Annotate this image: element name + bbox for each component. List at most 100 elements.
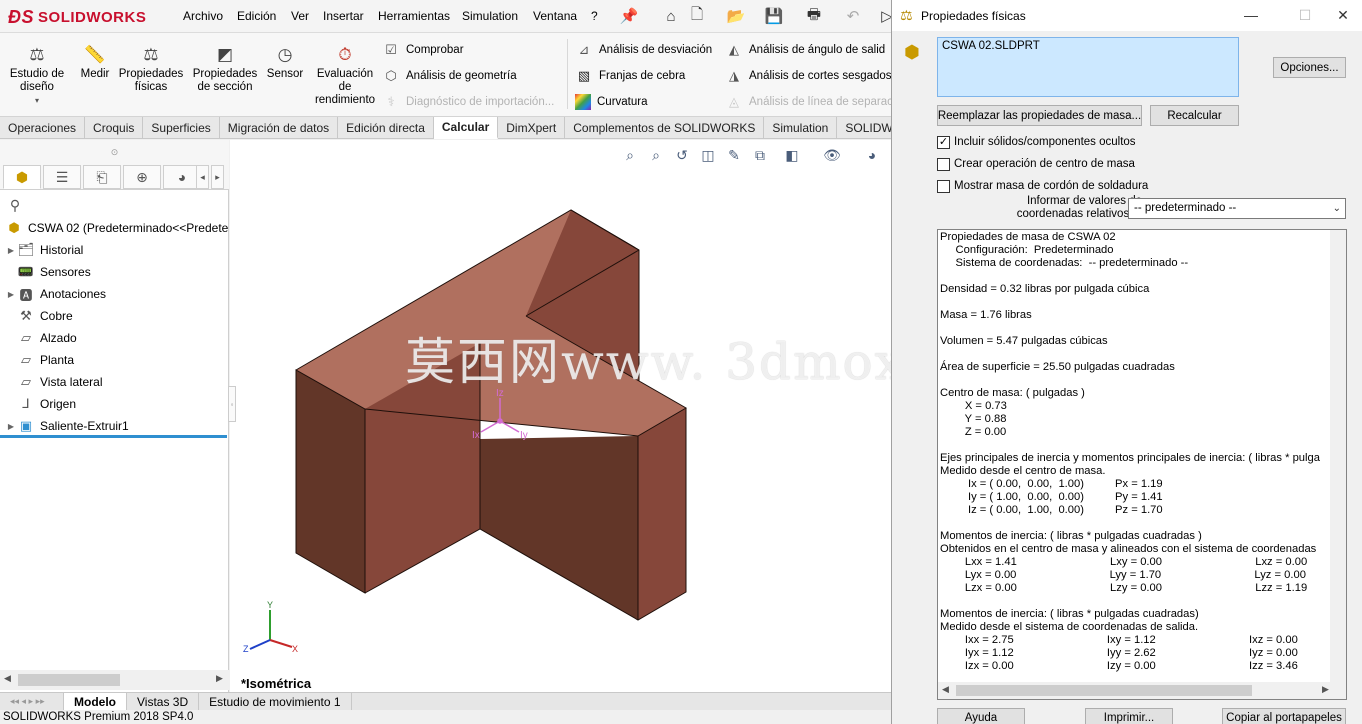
print-icon[interactable]: 🖶 [804,6,824,26]
analisis-angulo-button[interactable]: ◭ Análisis de ángulo de salid [725,39,885,61]
scroll-thumb[interactable] [956,685,1252,696]
tab-operaciones[interactable]: Operaciones [0,117,86,139]
medir-button[interactable]: 📏 Medir [76,37,114,81]
new-document-icon[interactable]: 🗋 [687,6,707,26]
tab-croquis[interactable]: Croquis [85,117,144,139]
tree-item-anotaciones[interactable]: ▶ 🅰 Anotaciones [6,283,106,305]
tab-modelo[interactable]: Modelo [64,692,127,711]
tree-item-alzado[interactable]: ▱ Alzado [6,327,77,349]
open-folder-icon[interactable]: 📂 [726,6,746,26]
analisis-geometria-button[interactable]: ⬡ Análisis de geometría [382,65,516,87]
expand-arrow-icon[interactable]: ▶ [6,246,16,255]
tree-item-material[interactable]: ⚒ Cobre [6,305,73,327]
propiedades-fisicas-button[interactable]: ⚖ Propiedades físicas [116,37,186,94]
scroll-thumb[interactable] [18,674,120,686]
menu-insertar[interactable]: Insertar [323,9,364,23]
configurationmanager-tab-icon[interactable]: ⎗ [83,165,121,189]
ayuda-button[interactable]: Ayuda [937,708,1025,724]
reemplazar-propiedades-button[interactable]: Reemplazar las propiedades de masa... [937,105,1142,126]
tab-superficies[interactable]: Superficies [143,117,220,139]
menu-herramientas[interactable]: Herramientas [378,9,450,23]
panel-collapse-handle[interactable]: ◦ [228,386,236,422]
tabs-left-arrow-icon[interactable]: ◂ [196,165,209,189]
scroll-left-icon[interactable]: ◀ [942,684,949,695]
propiedades-seccion-button[interactable]: ◩ Propiedades de sección [190,37,260,94]
filter-icon[interactable]: ⚲ [4,194,26,216]
estudio-de-diseno-button[interactable]: ⚖ Estudio de diseño ▾ [6,37,68,107]
dimxpertmanager-tab-icon[interactable]: ⊕ [123,165,161,189]
checkbox-empty-icon[interactable] [937,157,950,171]
tabs-right-arrow-icon[interactable]: ▸ [211,165,224,189]
results-vertical-scrollbar[interactable] [1330,230,1346,682]
selection-item[interactable]: CSWA 02.SLDPRT [942,40,1040,52]
copiar-portapapeles-button[interactable]: Copiar al portapapeles [1222,708,1346,724]
sensor-button[interactable]: ◷ Sensor [264,37,306,81]
tree-item-origen[interactable]: ⅃ Origen [6,393,76,415]
menu-ventana[interactable]: Ventana [533,9,577,23]
propertymanager-tab-icon[interactable]: ☰ [43,165,81,189]
tab-simulation[interactable]: Simulation [764,117,838,139]
tab-edicion-directa[interactable]: Edición directa [338,117,434,139]
opciones-button[interactable]: Opciones... [1273,57,1346,78]
scroll-right-icon[interactable]: ▶ [1322,684,1329,695]
tree-item-planta[interactable]: ▱ Planta [6,349,74,371]
menu-simulation[interactable]: Simulation [462,9,518,23]
tree-root-part[interactable]: ⬢ CSWA 02 (Predeterminado<<Predete [4,217,228,239]
save-icon[interactable]: 💾 [764,6,784,26]
tab-migracion-datos[interactable]: Migración de datos [220,117,339,139]
checkbox-empty-icon[interactable] [937,179,950,193]
part-left-face-b[interactable] [480,436,638,620]
panel-grip-icon[interactable]: ⊙ [0,140,229,164]
minimize-icon[interactable]: — [1236,5,1266,25]
pin-icon[interactable]: 📌 [619,6,639,26]
analisis-linea-button[interactable]: ◬ Análisis de línea de separac [725,91,893,113]
tree-item-historial[interactable]: ▶ 🗂 Historial [6,239,83,261]
evaluacion-rendimiento-button[interactable]: ⏱ Evaluación de rendimiento [310,37,380,107]
home-icon[interactable]: ⌂ [661,6,681,26]
franjas-cebra-button[interactable]: ▧ Franjas de cebra [575,65,685,87]
part-right-face-c[interactable] [638,408,686,620]
diagnostico-importacion-button[interactable]: ⚕ Diagnóstico de importación... [382,91,554,113]
dialog-title-bar[interactable]: ⚖ Propiedades físicas — ☐ ✕ [892,0,1362,31]
selection-list[interactable]: CSWA 02.SLDPRT [937,37,1239,97]
tab-estudio-movimiento[interactable]: Estudio de movimiento 1 [199,692,352,711]
tree-item-saliente-extruir1[interactable]: ▶ ▣ Saliente-Extruir1 [6,415,129,437]
rollback-bar[interactable] [0,435,227,438]
tree-horizontal-scrollbar[interactable]: ◀ ▶ [0,670,229,690]
expand-arrow-icon[interactable]: ▶ [6,422,16,431]
tree-item-sensores[interactable]: 📟 Sensores [6,261,91,283]
featuremanager-tab-icon[interactable]: ⬢ [3,165,41,189]
menu-help[interactable]: ? [591,9,598,23]
recalcular-button[interactable]: Recalcular [1150,105,1239,126]
tree-item-vista-lateral[interactable]: ▱ Vista lateral [6,371,102,393]
graphics-area[interactable]: ⌕ ⌕ ↺ ◫ ✎ ⧉ ◧ 👁 ◕ Iz Ix Iy Y X Z *Isomét… [230,140,891,692]
menu-edicion[interactable]: Edición [237,9,276,23]
analisis-desviacion-button[interactable]: ⊿ Análisis de desviación [575,39,713,61]
results-horizontal-scrollbar[interactable]: ◀ ▶ [938,682,1346,699]
mostrar-cordon-checkbox[interactable]: Mostrar masa de cordón de soldadura [937,178,1148,194]
undo-icon[interactable]: ↶ [843,6,863,26]
coordinate-system-select[interactable]: -- predeterminado -- ⌄ [1128,198,1346,219]
tab-dimxpert[interactable]: DimXpert [498,117,566,139]
comprobar-button[interactable]: ☑ Comprobar [382,39,463,61]
checkbox-checked-icon[interactable]: ✓ [937,135,950,149]
tab-complementos[interactable]: Complementos de SOLIDWORKS [565,117,765,139]
menu-archivo[interactable]: Archivo [183,9,223,23]
scroll-right-icon[interactable]: ▶ [216,673,223,684]
curvatura-button[interactable]: Curvatura [575,91,648,113]
close-icon[interactable]: ✕ [1328,5,1358,25]
tab-vistas-3d[interactable]: Vistas 3D [127,692,200,711]
menu-ver[interactable]: Ver [291,9,309,23]
tab-calcular[interactable]: Calcular [433,117,499,139]
expand-arrow-icon[interactable]: ▶ [6,290,16,299]
maximize-icon[interactable]: ☐ [1290,5,1320,25]
tab-scroll-arrows-icon[interactable]: ◂◂ ◂ ▸ ▸▸ [0,692,64,711]
analisis-cortes-button[interactable]: ◮ Análisis de cortes sesgados [725,65,892,87]
part-model-svg[interactable]: Iz Ix Iy Y X Z [230,140,891,692]
crear-centro-masa-checkbox[interactable]: Crear operación de centro de masa [937,156,1135,172]
scroll-left-icon[interactable]: ◀ [4,673,11,684]
imprimir-button[interactable]: Imprimir... [1085,708,1173,724]
solidworks-logo[interactable]: ƉS SOLIDWORKS [8,4,158,30]
results-text-area[interactable]: Propiedades de masa de CSWA 02 Configura… [937,229,1347,700]
incluir-solidos-checkbox[interactable]: ✓ Incluir sólidos/componentes ocultos [937,134,1136,150]
